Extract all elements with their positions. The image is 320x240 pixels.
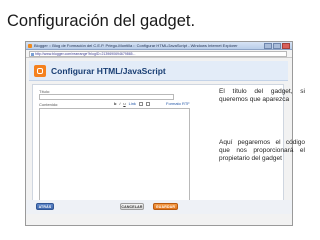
title-note: El título del gadget, si queremos que ap…	[219, 88, 305, 103]
url-text: http://www.blogger.com/rearrange?blogID=…	[35, 52, 136, 56]
slide-title: Configuración del gadget.	[7, 12, 196, 30]
bold-button[interactable]: b	[114, 101, 116, 107]
window-title: Blogger :: Blog de Formación del C.E.P. …	[34, 43, 238, 48]
undo-icon[interactable]	[145, 102, 150, 106]
italic-button[interactable]: i	[119, 101, 120, 107]
gadget-header-title: Configurar HTML/JavaScript	[51, 66, 166, 76]
content-label: Contenido:	[39, 102, 59, 107]
link-button[interactable]: Link	[129, 101, 136, 107]
window-controls	[264, 43, 290, 49]
back-button[interactable]: ATRÁS	[36, 203, 54, 210]
blogger-logo-icon	[34, 65, 46, 77]
gadget-header: Configurar HTML/JavaScript	[29, 61, 288, 81]
content-textarea[interactable]	[39, 108, 190, 204]
page-icon	[31, 53, 34, 56]
close-button[interactable]	[282, 43, 290, 49]
editor-toolbar: b i u Link	[114, 101, 150, 107]
image-icon[interactable]	[138, 102, 143, 106]
address-bar: http://www.blogger.com/rearrange?blogID=…	[26, 50, 292, 58]
underline-button[interactable]: u	[123, 101, 125, 107]
save-button[interactable]: GUARDAR	[153, 203, 178, 210]
content-note: Aquí pegaremos el código que nos proporc…	[219, 139, 305, 162]
cancel-button[interactable]: CANCELAR	[120, 203, 144, 210]
title-input[interactable]	[39, 94, 174, 100]
rich-format-link[interactable]: Formato RTF	[166, 101, 190, 107]
minimize-button[interactable]	[264, 43, 272, 49]
browser-favicon-icon	[28, 44, 32, 48]
gadget-config-window: Blogger :: Blog de Formación del C.E.P. …	[25, 41, 293, 226]
maximize-button[interactable]	[273, 43, 281, 49]
url-field[interactable]: http://www.blogger.com/rearrange?blogID=…	[29, 51, 287, 57]
window-titlebar: Blogger :: Blog de Formación del C.E.P. …	[26, 42, 292, 50]
